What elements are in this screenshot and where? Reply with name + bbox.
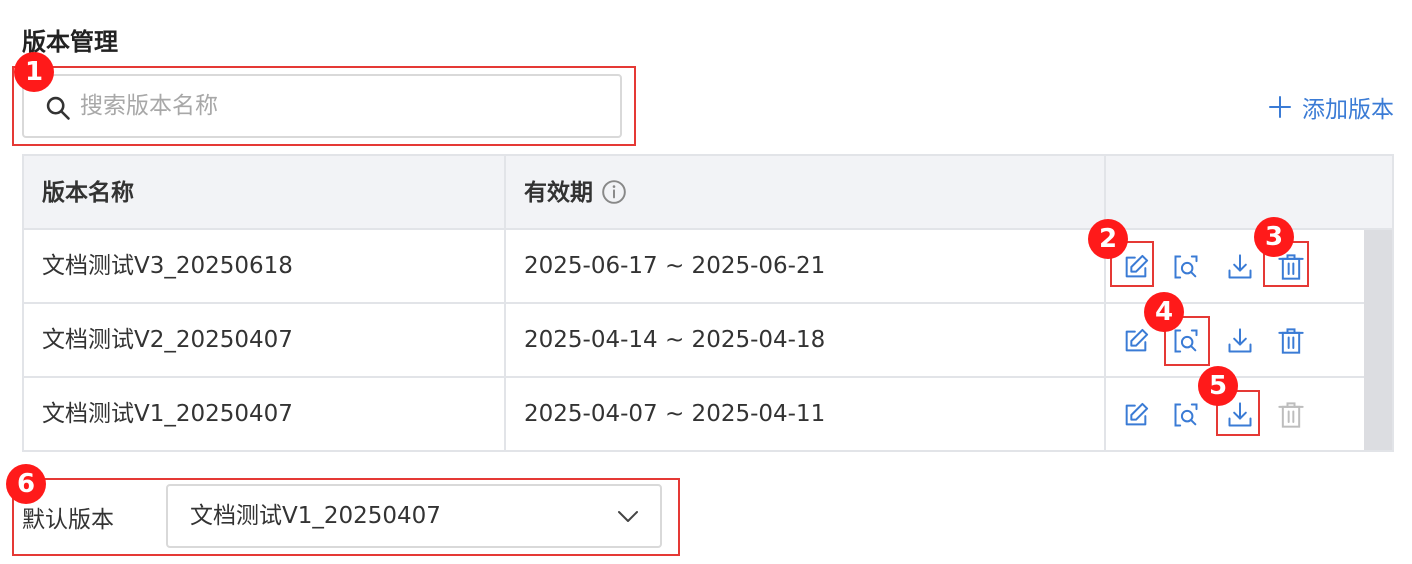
preview-icon[interactable]: [1172, 401, 1200, 429]
period-header-label: 有效期: [524, 180, 593, 206]
edit-icon[interactable]: [1122, 327, 1150, 355]
plus-icon: [1269, 96, 1291, 118]
annotation-badge: 1: [14, 52, 54, 92]
preview-icon[interactable]: [1172, 253, 1200, 281]
version-name-cell: 文档测试V3_20250618: [42, 253, 293, 279]
annotation-badge: 6: [6, 464, 46, 504]
add-version-label: 添加版本: [1302, 97, 1394, 123]
edit-icon[interactable]: [1122, 401, 1150, 429]
period-cell: 2025-04-14 ~ 2025-04-18: [504, 304, 1104, 376]
annotation-badge: 2: [1088, 219, 1128, 259]
annotation-badge: 5: [1198, 366, 1238, 406]
annotation-badge: 4: [1144, 292, 1184, 332]
version-table: 版本名称 有效期 文档测试V3_20250618 2025-06-17 ~ 20…: [22, 154, 1394, 452]
version-name-cell: 文档测试V1_20250407: [42, 401, 293, 427]
period-cell: 2025-04-07 ~ 2025-04-11: [504, 378, 1104, 450]
highlight-box-6: [12, 478, 680, 556]
table-row: 文档测试V1_20250407 2025-04-07 ~ 2025-04-11: [24, 378, 1364, 450]
delete-icon-disabled: [1277, 401, 1305, 429]
period-cell: 2025-06-17 ~ 2025-06-21: [504, 230, 1104, 302]
download-icon[interactable]: [1226, 253, 1254, 281]
table-scrollbar[interactable]: [1364, 230, 1392, 450]
download-icon[interactable]: [1226, 327, 1254, 355]
version-name-cell: 文档测试V2_20250407: [42, 327, 293, 353]
annotation-badge: 3: [1254, 217, 1294, 257]
table-header: 版本名称 有效期: [24, 156, 1392, 230]
add-version-button[interactable]: 添加版本: [1268, 90, 1394, 124]
column-header-period: 有效期: [504, 156, 1104, 230]
row-actions: [1104, 304, 1364, 376]
delete-icon[interactable]: [1277, 327, 1305, 355]
column-header-actions: [1104, 156, 1392, 230]
column-header-name: 版本名称: [42, 180, 134, 206]
highlight-box-1: [12, 66, 636, 146]
info-icon[interactable]: [601, 179, 627, 205]
